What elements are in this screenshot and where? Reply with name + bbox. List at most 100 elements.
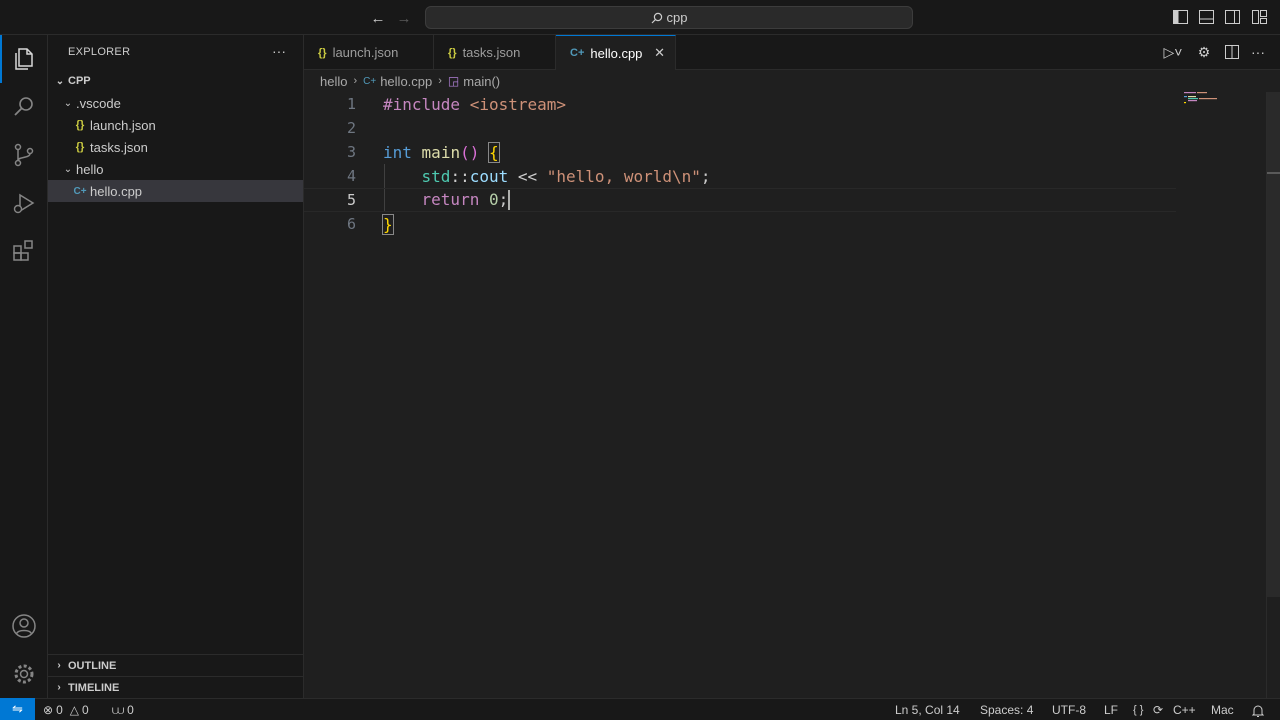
line-code: int main() { xyxy=(383,141,500,163)
search-icon xyxy=(14,97,33,116)
code-line: 3 int main() { xyxy=(304,140,1176,164)
arrow-right-icon[interactable]: → xyxy=(395,9,413,27)
tree-item-vscode-folder[interactable]: ⌄ .vscode xyxy=(48,92,303,114)
tree-item-label: tasks.json xyxy=(90,139,148,155)
outline-section-header[interactable]: › OUTLINE xyxy=(48,654,303,676)
language-mode[interactable]: C++ xyxy=(1173,701,1196,719)
error-count: 0 xyxy=(56,703,63,717)
cursor-position-marker xyxy=(1267,172,1280,174)
warning-count: 0 xyxy=(81,703,89,717)
customize-layout-icon[interactable] xyxy=(1252,10,1267,24)
activity-bar xyxy=(0,35,48,698)
tree-item-hello-folder[interactable]: ⌄ hello xyxy=(48,158,303,180)
bell-icon[interactable] xyxy=(1252,701,1264,719)
cpp-file-icon: C+ xyxy=(73,185,87,197)
tree-item-label: launch.json xyxy=(90,117,156,133)
command-center-search[interactable]: cpp xyxy=(425,6,913,29)
encoding[interactable]: UTF-8 xyxy=(1052,701,1086,719)
vertical-scrollbar[interactable] xyxy=(1266,92,1280,698)
json-file-icon: {} xyxy=(75,141,85,153)
chevron-right-icon: › xyxy=(438,75,442,87)
run-debug-button[interactable] xyxy=(0,179,48,227)
indentation[interactable]: Spaces: 4 xyxy=(980,701,1033,719)
explorer-button[interactable] xyxy=(0,35,48,83)
timeline-section-header[interactable]: › TIMELINE xyxy=(48,676,303,698)
tree-root-folder[interactable]: ⌄ CPP xyxy=(48,70,303,92)
more-actions-icon[interactable]: ··· xyxy=(272,43,286,59)
extensions-icon xyxy=(13,240,33,261)
toggle-secondary-sidebar-icon[interactable] xyxy=(1225,10,1240,24)
command-center-label: cpp xyxy=(666,10,688,25)
search-icon xyxy=(651,12,662,23)
line-number: 5 xyxy=(346,191,356,209)
toggle-panel-icon[interactable] xyxy=(1199,10,1214,24)
platform[interactable]: Mac xyxy=(1211,701,1234,719)
extensions-button[interactable] xyxy=(0,227,48,275)
tree-item-label: .vscode xyxy=(76,95,121,111)
editor-tabs: {} launch.json {} tasks.json C+ hello.cp… xyxy=(304,35,1280,71)
cpp-file-icon: C+ xyxy=(570,47,585,59)
tree-root-label: CPP xyxy=(68,75,91,87)
tab-launch-json[interactable]: {} launch.json xyxy=(304,35,434,70)
sync-icon[interactable]: ⟳ xyxy=(1153,701,1163,719)
tab-hello-cpp[interactable]: C+ hello.cpp ✕ xyxy=(556,35,676,71)
arrow-left-icon[interactable]: ← xyxy=(369,9,387,27)
account-icon xyxy=(12,614,36,638)
files-icon xyxy=(15,48,33,70)
settings-gear-icon[interactable]: ⚙ xyxy=(1194,43,1214,61)
outline-label: OUTLINE xyxy=(68,659,117,672)
code-line: 6 } xyxy=(304,212,1176,236)
manage-button[interactable] xyxy=(0,650,48,698)
remote-indicator-icon[interactable]: ⇋ xyxy=(0,698,35,720)
line-code: #include <iostream> xyxy=(383,94,567,114)
chevron-right-icon: › xyxy=(353,75,358,87)
tab-tasks-json[interactable]: {} tasks.json xyxy=(434,35,556,70)
status-bar: ⇋ ⊗ 0 △ 0 ⩊ 0 Ln 5, Col 14 Spaces: 4 UTF… xyxy=(0,698,1280,720)
text-cursor xyxy=(508,190,511,211)
ports-count: 0 xyxy=(127,703,134,717)
search-button[interactable] xyxy=(0,83,48,131)
code-line: 1 #include <iostream> xyxy=(304,92,1176,116)
chevron-down-icon: ⌄ xyxy=(63,163,73,175)
warning-icon: △ xyxy=(69,703,79,717)
problems-indicator[interactable]: ⊗ 0 △ 0 xyxy=(43,701,89,719)
minimap[interactable] xyxy=(1184,92,1264,112)
code-line: 4 std::cout << "hello, world\n"; xyxy=(304,164,1176,188)
tree-item-tasks-json[interactable]: {} tasks.json xyxy=(48,136,303,158)
close-icon[interactable]: ✕ xyxy=(654,45,665,61)
split-editor-icon[interactable] xyxy=(1225,45,1239,59)
tree-item-launch-json[interactable]: {} launch.json xyxy=(48,114,303,136)
tab-label: hello.cpp xyxy=(590,45,643,61)
line-number: 2 xyxy=(346,119,356,137)
tab-label: tasks.json xyxy=(462,45,521,60)
breadcrumb-folder[interactable]: hello xyxy=(320,74,347,89)
line-code: return 0; xyxy=(421,189,511,211)
cursor-position[interactable]: Ln 5, Col 14 xyxy=(895,701,960,719)
chevron-down-icon: ⌄ xyxy=(55,75,65,87)
symbol-method-icon: ◲ xyxy=(447,74,460,88)
braces-icon[interactable]: { } xyxy=(1133,701,1143,719)
breadcrumb-file[interactable]: hello.cpp xyxy=(380,74,432,89)
chevron-right-icon: › xyxy=(57,660,61,671)
end-of-line[interactable]: LF xyxy=(1104,701,1118,719)
accounts-button[interactable] xyxy=(0,602,48,650)
chevron-down-icon: ⌄ xyxy=(63,97,73,109)
title-bar: ← → cpp xyxy=(0,0,1280,35)
breadcrumb-symbol[interactable]: main() xyxy=(463,74,500,89)
source-control-icon xyxy=(14,143,34,167)
tree-item-hello-cpp[interactable]: C+ hello.cpp xyxy=(48,180,303,202)
line-number: 1 xyxy=(346,95,356,113)
line-number: 3 xyxy=(346,143,356,161)
tree-item-label: hello xyxy=(76,161,104,177)
ports-indicator[interactable]: ⩊ 0 xyxy=(112,701,134,719)
cpp-file-icon: C+ xyxy=(363,75,377,87)
toggle-primary-sidebar-icon[interactable] xyxy=(1173,10,1188,24)
line-number: 6 xyxy=(346,215,356,233)
json-file-icon: {} xyxy=(75,119,85,131)
code-editor[interactable]: 1 #include <iostream> 2 3 int main() { 4… xyxy=(304,92,1280,698)
more-actions-icon[interactable]: ··· xyxy=(1249,43,1267,61)
run-debug-dropdown-icon[interactable]: ▷˅ xyxy=(1160,43,1186,61)
tree-item-label: hello.cpp xyxy=(90,183,143,199)
scrollbar-thumb[interactable] xyxy=(1267,92,1280,597)
source-control-button[interactable] xyxy=(0,131,48,179)
